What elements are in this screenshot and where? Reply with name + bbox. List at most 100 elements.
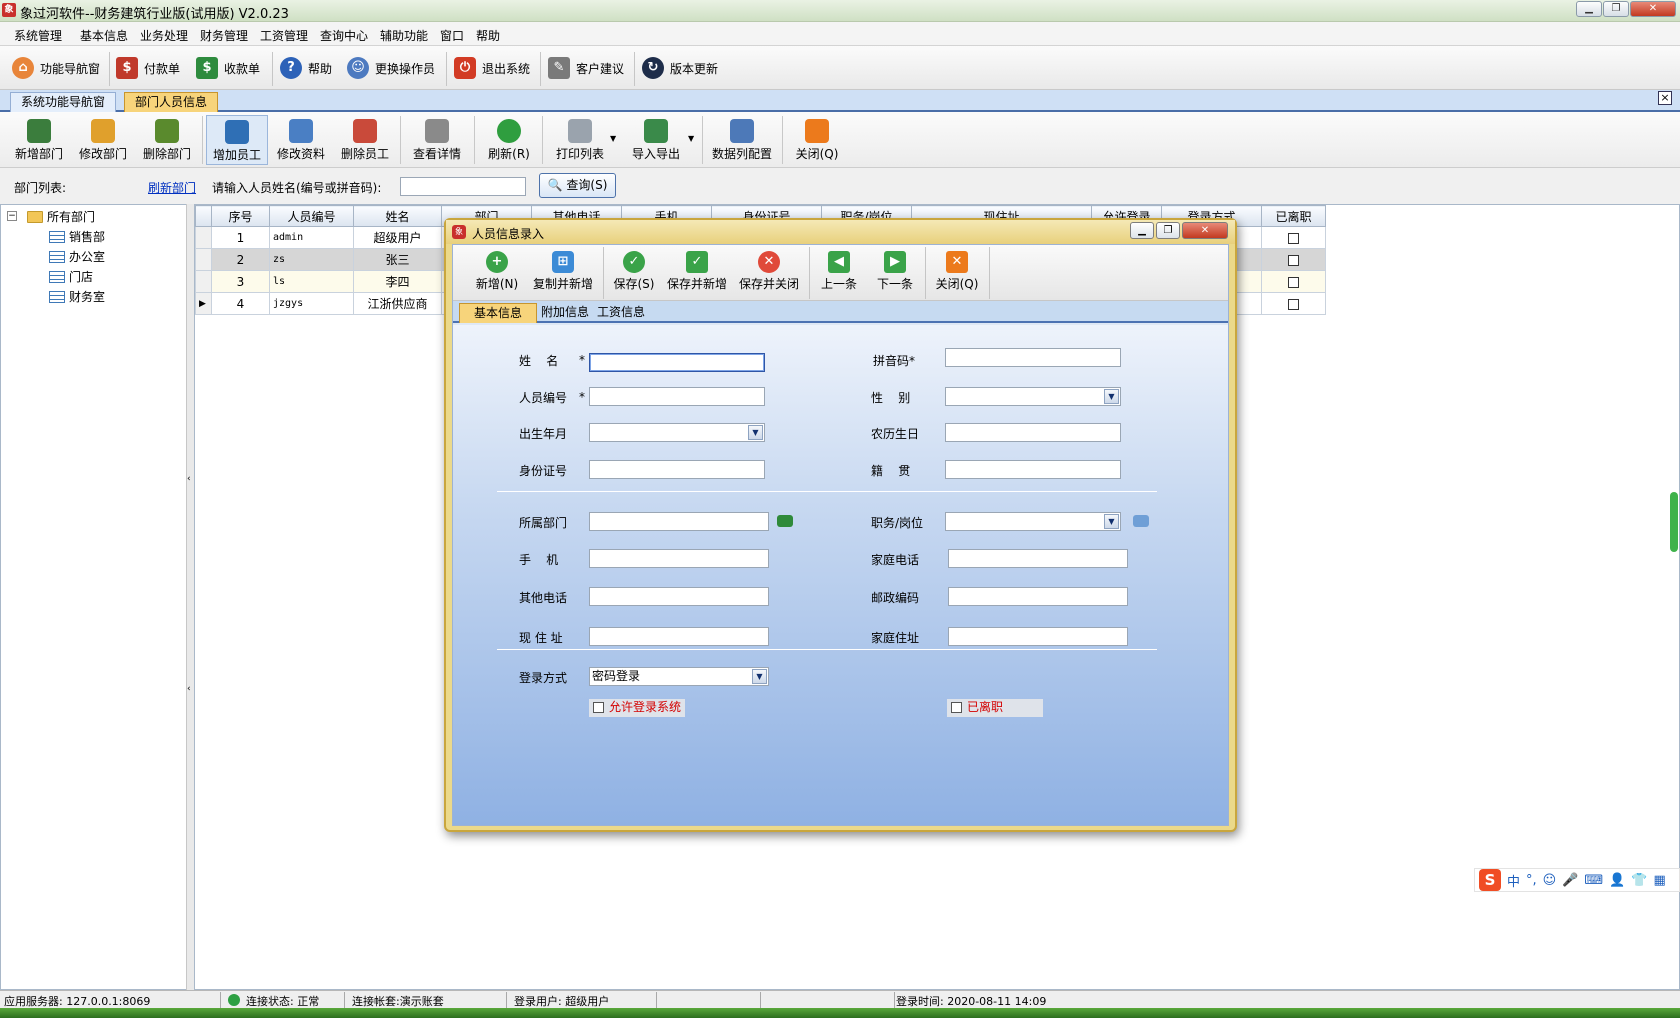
view-detail-button[interactable]: 查看详情 bbox=[404, 115, 470, 165]
tree-root[interactable]: 所有部门 bbox=[27, 208, 95, 225]
mic-icon[interactable]: 🎤 bbox=[1562, 873, 1578, 888]
address-field[interactable] bbox=[589, 627, 769, 646]
print-dropdown-icon[interactable]: ▼ bbox=[610, 134, 616, 143]
tab-nav-window[interactable]: 系统功能导航窗 bbox=[10, 92, 117, 112]
tab-extra-info[interactable]: 附加信息 bbox=[535, 303, 595, 323]
copy-new-button[interactable]: ⊞ 复制并新增 bbox=[529, 247, 597, 299]
receipt-button[interactable]: $ 收款单 bbox=[196, 54, 260, 82]
search-input[interactable] bbox=[400, 177, 526, 196]
column-config-button[interactable]: 数据列配置 bbox=[706, 115, 778, 165]
native-place-field[interactable] bbox=[945, 460, 1121, 479]
edit-info-button[interactable]: 修改资料 bbox=[270, 115, 332, 165]
tree-item-finance[interactable]: 财务室 bbox=[49, 288, 105, 305]
menu-help[interactable]: 帮助 bbox=[476, 27, 500, 44]
tree-item-sales[interactable]: 销售部 bbox=[49, 228, 105, 245]
name-field[interactable] bbox=[589, 353, 765, 372]
user-icon[interactable]: 👤 bbox=[1609, 873, 1625, 888]
menu-window[interactable]: 窗口 bbox=[440, 27, 464, 44]
menu-finance[interactable]: 财务管理 bbox=[200, 27, 248, 44]
resigned-checkbox[interactable] bbox=[1288, 232, 1299, 244]
switch-user-button[interactable]: ☺ 更换操作员 bbox=[347, 54, 435, 82]
next-record-button[interactable]: ▶ 下一条 bbox=[869, 247, 921, 299]
new-button[interactable]: + 新增(N) bbox=[465, 247, 529, 299]
position-select[interactable]: ▼ bbox=[945, 512, 1121, 531]
id-card-field[interactable] bbox=[589, 460, 765, 479]
add-staff-button[interactable]: 增加员工 bbox=[206, 115, 268, 165]
nav-window-button[interactable]: ⌂ 功能导航窗 bbox=[12, 54, 100, 82]
prev-record-button[interactable]: ◀ 上一条 bbox=[813, 247, 865, 299]
sogou-logo-icon[interactable]: S bbox=[1479, 869, 1501, 891]
col-header[interactable]: 人员编号 bbox=[269, 205, 354, 227]
resigned-checkbox[interactable] bbox=[1288, 254, 1299, 266]
col-header[interactable]: 姓名 bbox=[353, 205, 442, 227]
ime-lang[interactable]: 中 bbox=[1507, 871, 1520, 890]
collapse-icon[interactable]: − bbox=[7, 211, 17, 221]
exit-system-button[interactable]: ⏻ 退出系统 bbox=[454, 54, 530, 82]
menu-salary[interactable]: 工资管理 bbox=[260, 27, 308, 44]
menu-business[interactable]: 业务处理 bbox=[140, 27, 188, 44]
skin-icon[interactable]: 👕 bbox=[1631, 873, 1647, 888]
menu-query[interactable]: 查询中心 bbox=[320, 27, 368, 44]
dialog-restore-button[interactable]: ❐ bbox=[1156, 222, 1180, 239]
other-phone-field[interactable] bbox=[589, 587, 769, 606]
feedback-button[interactable]: ✎ 客户建议 bbox=[548, 54, 624, 82]
restore-button[interactable]: ❐ bbox=[1603, 1, 1629, 17]
pinyin-field[interactable] bbox=[945, 348, 1121, 367]
collapse-left-icon[interactable]: ‹ bbox=[187, 684, 191, 694]
dialog-title-bar[interactable]: 象 人员信息录入 ▁ ❐ ✕ bbox=[446, 220, 1235, 244]
col-header[interactable]: 已离职 bbox=[1261, 205, 1326, 227]
delete-dept-button[interactable]: 删除部门 bbox=[136, 115, 198, 165]
save-close-button[interactable]: ✕ 保存并关闭 bbox=[733, 247, 805, 299]
dept-picker-icon[interactable] bbox=[777, 515, 793, 527]
col-header[interactable]: 序号 bbox=[211, 205, 270, 227]
minimize-button[interactable]: ▁ bbox=[1576, 1, 1602, 17]
menu-tools[interactable]: 辅助功能 bbox=[380, 27, 428, 44]
position-picker-icon[interactable] bbox=[1133, 515, 1149, 527]
home-phone-field[interactable] bbox=[948, 549, 1128, 568]
collapse-left-icon[interactable]: ‹ bbox=[187, 474, 191, 484]
resigned-checkbox[interactable]: 已离职 bbox=[947, 699, 1043, 717]
birth-date-select[interactable]: ▼ bbox=[589, 423, 765, 442]
query-button[interactable]: 🔍 查询(S) bbox=[539, 173, 616, 198]
save-button[interactable]: ✓ 保存(S) bbox=[607, 247, 661, 299]
import-dropdown-icon[interactable]: ▼ bbox=[688, 134, 694, 143]
close-page-button[interactable]: 关闭(Q) bbox=[786, 115, 848, 165]
login-mode-select[interactable]: 密码登录 ▼ bbox=[589, 667, 769, 686]
allow-login-checkbox[interactable]: 允许登录系统 bbox=[589, 699, 685, 717]
tab-salary-info[interactable]: 工资信息 bbox=[591, 303, 651, 323]
refresh-dept-link[interactable]: 刷新部门 bbox=[148, 179, 196, 196]
close-tab-icon[interactable]: × bbox=[1658, 91, 1672, 105]
lunar-birth-field[interactable] bbox=[945, 423, 1121, 442]
close-window-button[interactable]: ✕ bbox=[1630, 1, 1676, 17]
splitter[interactable]: ‹ ‹ bbox=[186, 204, 194, 990]
tree-item-store[interactable]: 门店 bbox=[49, 268, 93, 285]
home-address-field[interactable] bbox=[948, 627, 1128, 646]
dialog-minimize-button[interactable]: ▁ bbox=[1130, 222, 1154, 239]
dept-field[interactable] bbox=[589, 512, 769, 531]
tab-basic-info[interactable]: 基本信息 bbox=[459, 303, 538, 323]
tree-item-office[interactable]: 办公室 bbox=[49, 248, 105, 265]
delete-staff-button[interactable]: 删除员工 bbox=[334, 115, 396, 165]
edit-dept-button[interactable]: 修改部门 bbox=[72, 115, 134, 165]
help-button[interactable]: ? 帮助 bbox=[280, 54, 332, 82]
grid-icon[interactable]: ▦ bbox=[1654, 873, 1666, 888]
ime-punct[interactable]: °, bbox=[1526, 873, 1537, 888]
postcode-field[interactable] bbox=[948, 587, 1128, 606]
update-button[interactable]: ↻ 版本更新 bbox=[642, 54, 718, 82]
code-field[interactable] bbox=[589, 387, 765, 406]
refresh-button[interactable]: 刷新(R) bbox=[478, 115, 540, 165]
resigned-checkbox[interactable] bbox=[1288, 276, 1299, 288]
menu-basic-info[interactable]: 基本信息 bbox=[80, 27, 128, 44]
resigned-checkbox[interactable] bbox=[1288, 298, 1299, 310]
emoji-icon[interactable]: ☺ bbox=[1543, 873, 1557, 888]
dialog-close-tool-button[interactable]: ✕ 关闭(Q) bbox=[929, 247, 985, 299]
dialog-close-button[interactable]: ✕ bbox=[1182, 222, 1228, 239]
gender-select[interactable]: ▼ bbox=[945, 387, 1121, 406]
mobile-field[interactable] bbox=[589, 549, 769, 568]
side-scroll-handle[interactable] bbox=[1670, 492, 1678, 552]
tab-dept-staff[interactable]: 部门人员信息 bbox=[124, 92, 219, 112]
payment-button[interactable]: $ 付款单 bbox=[116, 54, 180, 82]
save-new-button[interactable]: ✓ 保存并新增 bbox=[661, 247, 733, 299]
add-dept-button[interactable]: 新增部门 bbox=[8, 115, 70, 165]
menu-system[interactable]: 系统管理 bbox=[14, 27, 62, 44]
